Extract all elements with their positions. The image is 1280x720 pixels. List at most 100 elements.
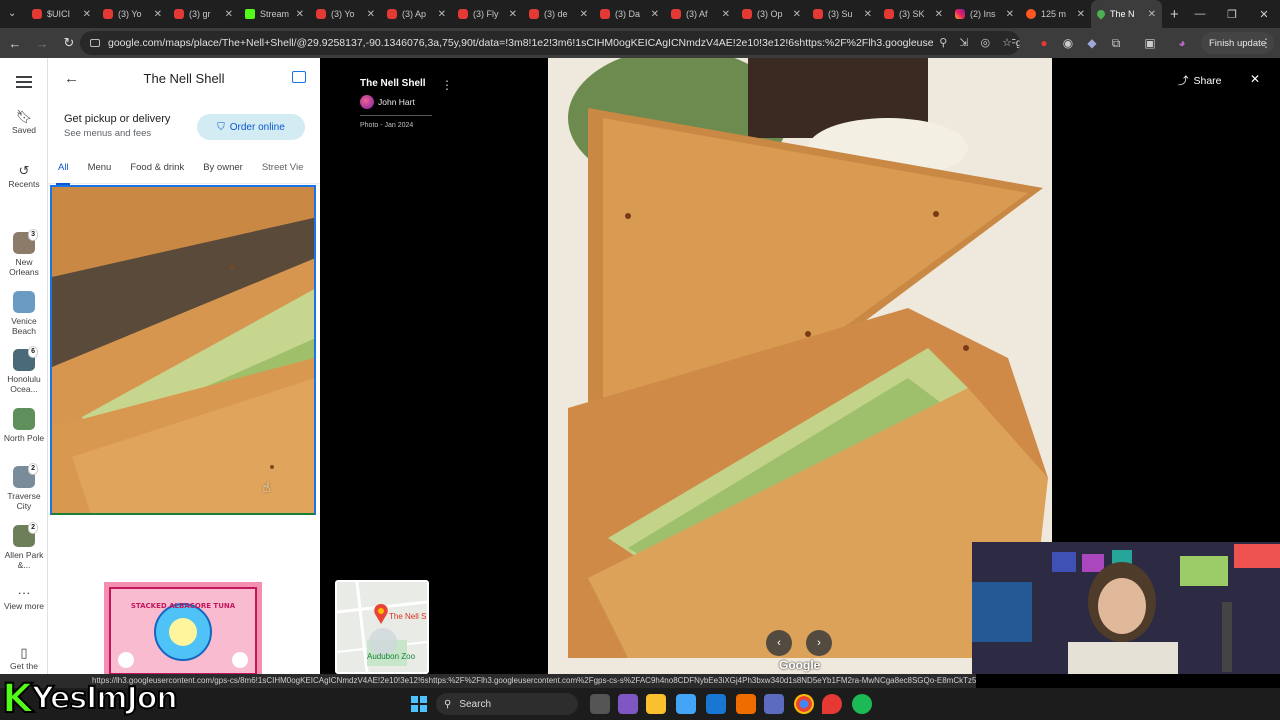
photo-author[interactable]: John Hart (360, 95, 432, 109)
view-more-button[interactable]: ··· View more (0, 585, 48, 611)
browser-tab[interactable]: The N ✕ (1091, 0, 1162, 28)
browser-tab[interactable]: $UICI ✕ (26, 0, 97, 28)
extension-circle-icon[interactable]: ◉ (1058, 33, 1078, 53)
add-photo-icon[interactable] (292, 71, 306, 83)
windows-start-icon[interactable] (411, 696, 427, 712)
tab-close-icon[interactable]: ✕ (296, 9, 304, 20)
share-button[interactable]: ⤴ Share (1178, 73, 1222, 88)
photo-tab[interactable]: By owner (193, 156, 252, 184)
close-viewer-icon[interactable]: ✕ (1250, 72, 1260, 86)
browser-tab[interactable]: (3) de ✕ (523, 0, 594, 28)
photo-tab[interactable]: Menu (78, 156, 121, 184)
youtube-icon (529, 9, 539, 19)
app-icon-1[interactable] (736, 694, 756, 714)
previous-photo-button[interactable]: ‹ (766, 630, 792, 656)
more-options-icon[interactable]: ⋮ (441, 78, 453, 92)
chrome-taskbar-icon[interactable] (794, 694, 814, 714)
photo-tab[interactable]: Food & drink (120, 156, 193, 184)
mail-icon[interactable] (706, 694, 726, 714)
maps-side-rail: 🔖︎ Saved ↺ Recents 3 New Orleans Venice Be… (0, 58, 48, 674)
tab-close-icon[interactable]: ✕ (722, 9, 730, 20)
tab-label: 125 m (1041, 9, 1067, 19)
profile-avatar[interactable]: ◕ (1172, 33, 1192, 53)
tab-close-icon[interactable]: ✕ (438, 9, 446, 20)
location-icon[interactable]: ⚲ (939, 36, 947, 49)
mini-map[interactable]: The Nell S Audubon Zoo (335, 580, 429, 674)
eye-off-icon[interactable]: ◎ (981, 36, 991, 49)
tab-close-icon[interactable]: ✕ (367, 9, 375, 20)
tab-close-icon[interactable]: ✕ (651, 9, 659, 20)
extensions-puzzle-icon[interactable]: ⧉ (1106, 33, 1126, 53)
order-online-button[interactable]: ⛉ Order online (197, 114, 305, 140)
site-info-icon[interactable] (90, 39, 100, 47)
browser-tab[interactable]: (3) Yo ✕ (310, 0, 381, 28)
recent-place[interactable]: 2 Traverse City (0, 463, 48, 511)
place-label: Venice Beach (11, 315, 37, 336)
tab-close-icon[interactable]: ✕ (1006, 9, 1014, 20)
browser-tab[interactable]: 125 m ✕ (1020, 0, 1091, 28)
browser-tab[interactable]: (3) Yo ✕ (97, 0, 168, 28)
recent-place[interactable]: North Pole (0, 407, 48, 443)
recent-place[interactable]: 3 New Orleans (0, 229, 48, 277)
photo-count-badge: 2 (28, 521, 38, 534)
install-app-icon[interactable]: ⇲ (959, 36, 968, 49)
tab-close-icon[interactable]: ✕ (154, 9, 162, 20)
get-app-button[interactable]: ▯ Get the (0, 646, 48, 671)
tab-close-icon[interactable]: ✕ (509, 9, 517, 20)
recents-button[interactable]: ↺ Recents (0, 164, 48, 189)
minimize-icon[interactable]: — (1184, 0, 1216, 28)
extension-red-icon[interactable]: ● (1034, 33, 1054, 53)
recent-place[interactable]: Venice Beach (0, 290, 48, 336)
forward-icon[interactable]: → (30, 31, 54, 55)
file-explorer-icon[interactable] (646, 694, 666, 714)
browser-tab[interactable]: (3) Af ✕ (665, 0, 736, 28)
copilot-icon[interactable] (618, 694, 638, 714)
task-view-icon[interactable] (590, 694, 610, 714)
maximize-icon[interactable]: ❐ (1216, 0, 1248, 28)
tab-close-icon[interactable]: ✕ (1148, 9, 1156, 20)
tab-close-icon[interactable]: ✕ (935, 9, 943, 20)
photo-tab[interactable]: All (48, 156, 78, 185)
app-icon-2[interactable] (764, 694, 784, 714)
saved-button[interactable]: 🔖︎ Saved (0, 110, 48, 135)
browser-tab[interactable]: (3) Da ✕ (594, 0, 665, 28)
bookmark-star-icon[interactable]: ☆ (1002, 36, 1012, 49)
tab-close-icon[interactable]: ✕ (793, 9, 801, 20)
next-photo-button[interactable]: › (806, 630, 832, 656)
browser-tab[interactable]: (3) SK ✕ (878, 0, 949, 28)
tab-close-icon[interactable]: ✕ (580, 9, 588, 20)
photo-tab[interactable]: Street Vie (252, 156, 313, 184)
more-dots-icon: ··· (17, 585, 31, 600)
menu-icon[interactable] (16, 76, 32, 88)
maps-taskbar-icon[interactable] (822, 694, 842, 714)
browser-tab[interactable]: (2) Ins ✕ (949, 0, 1020, 28)
new-tab-button[interactable]: + (1170, 6, 1179, 23)
back-icon[interactable]: ← (3, 31, 27, 55)
browser-tab[interactable]: (3) gr ✕ (168, 0, 239, 28)
browser-tab[interactable]: (3) Su ✕ (807, 0, 878, 28)
photo-place-name[interactable]: The Nell Shell (360, 78, 432, 89)
extension-wave-icon[interactable]: ◆ (1082, 33, 1102, 53)
reload-icon[interactable]: ↻ (57, 31, 81, 55)
taskbar-search[interactable]: ⚲ Search (436, 693, 578, 715)
menu-photo-thumbnail[interactable]: STACKED ALBACORE TUNA (104, 582, 262, 674)
tab-close-icon[interactable]: ✕ (83, 9, 91, 20)
browser-tab[interactable]: Stream ✕ (239, 0, 310, 28)
side-panel-icon[interactable]: ▣ (1140, 33, 1160, 53)
tab-close-icon[interactable]: ✕ (864, 9, 872, 20)
recent-place[interactable]: 6 Honolulu Ocea... (0, 346, 48, 394)
tab-close-icon[interactable]: ✕ (225, 9, 233, 20)
selected-photo-thumbnail[interactable] (50, 185, 316, 515)
address-bar[interactable]: google.com/maps/place/The+Nell+Shell/@29… (80, 31, 1020, 55)
browser-tab[interactable]: (3) Ap ✕ (381, 0, 452, 28)
close-window-icon[interactable]: ✕ (1248, 0, 1280, 28)
browser-tab[interactable]: (3) Op ✕ (736, 0, 807, 28)
recent-place[interactable]: 2 Allen Park &... (0, 521, 48, 570)
spotify-icon[interactable] (852, 694, 872, 714)
kick-icon (245, 9, 255, 19)
browser-tab[interactable]: (3) Fly ✕ (452, 0, 523, 28)
chrome-menu-icon[interactable]: ⋮ (1256, 33, 1276, 53)
tab-search-icon[interactable]: ⌄ (8, 8, 16, 19)
tab-close-icon[interactable]: ✕ (1077, 9, 1085, 20)
store-icon[interactable] (676, 694, 696, 714)
